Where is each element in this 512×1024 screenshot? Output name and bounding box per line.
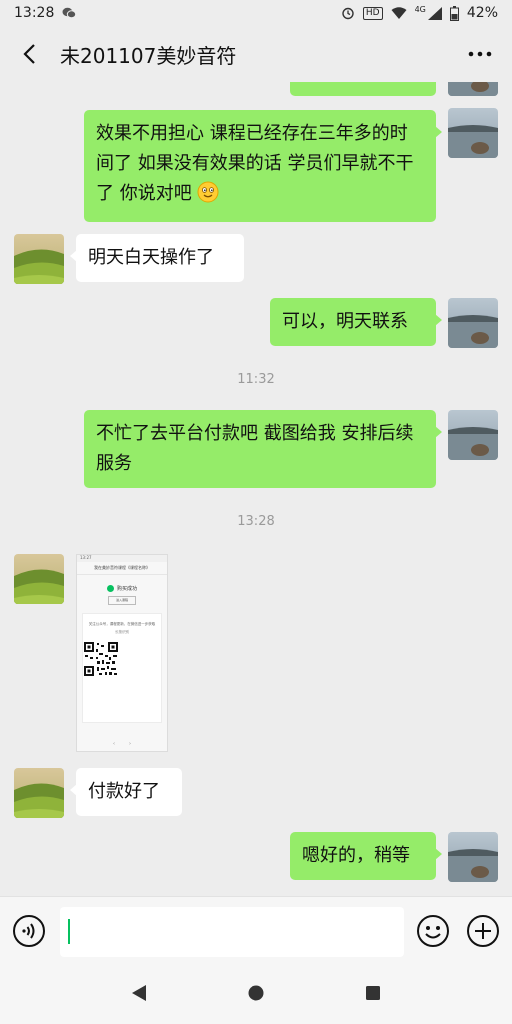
image-note: 关注公众号，课程更新，在微信进一步获取 [88,622,156,626]
contact-avatar-image [14,768,64,818]
avatar[interactable] [14,234,64,284]
battery-percent: 42% [466,5,498,21]
image-status-time: 13:27 [77,555,167,562]
nav-home-button[interactable] [247,984,265,1006]
wechat-notification-icon [62,7,77,19]
image-success: 购买成功 [77,585,167,592]
network-type: 4G [414,4,426,14]
nav-back-button[interactable] [130,984,148,1006]
self-avatar-image [448,82,498,96]
hd-icon: HD [362,6,383,20]
voice-icon [13,915,45,947]
image-nav: ‹ › [113,741,131,747]
message-bubble-incoming[interactable]: 明天白天操作了 [70,234,244,282]
chat-title: 未201107美妙音符 [60,43,237,68]
timestamp: 13:28 [237,514,275,529]
image-card: 关注公众号，课程更新，在微信进一步获取 长按识别 [82,613,162,723]
status-bar: 13:28 HD 4G 42% [0,0,512,26]
status-time: 13:28 [14,5,55,21]
contact-avatar-image [14,234,64,284]
message-bubble-outgoing[interactable]: 效果不用担心 课程已经存在三年多的时间了 如果没有效果的话 学员们早就不干了 你… [84,110,442,222]
square-recents-icon [366,986,381,1000]
message-input[interactable] [60,907,404,957]
alarm-icon [342,7,354,20]
emoji-icon [417,915,449,947]
back-button[interactable] [16,41,42,67]
text-cursor [68,919,70,944]
contact-avatar-image [14,554,64,604]
self-avatar-image [448,832,498,882]
input-bar [0,896,512,966]
more-dots-icon [468,51,492,57]
avatar[interactable] [448,410,498,460]
wifi-icon [391,6,407,19]
timestamp: 11:32 [237,372,275,387]
voice-button[interactable] [12,914,46,948]
avatar[interactable] [448,108,498,158]
avatar[interactable] [14,768,64,818]
avatar[interactable] [448,832,498,882]
message-text: 嗯好的，稍等 [302,845,410,866]
self-avatar-image [448,410,498,460]
triangle-back-icon [131,985,146,1001]
message-bubble-incoming[interactable]: 付款好了 [70,768,182,816]
emoji-button[interactable] [416,914,450,948]
avatar[interactable] [448,298,498,348]
nav-recents-button[interactable] [364,984,382,1006]
avatar[interactable] [14,554,64,604]
circle-home-icon [248,985,264,1001]
message-text: 明天白天操作了 [88,247,214,268]
chat-header: 未201107美妙音符 [0,26,512,82]
chat-area[interactable]: 效果不用担心 课程已经存在三年多的时间了 如果没有效果的话 学员们早就不干了 你… [0,82,512,896]
battery-icon [449,5,459,21]
image-qr-caption: 长按识别 [115,630,129,634]
image-title: 我在美妙音符课程《课程名称》 [77,562,167,575]
message-text: 付款好了 [88,781,160,802]
plus-button[interactable] [466,914,500,948]
message-text: 效果不用担心 课程已经存在三年多的时间了 如果没有效果的话 学员们早就不干了 你… [96,123,414,204]
signal-icon [427,6,442,20]
self-avatar-image [448,298,498,348]
self-avatar-image [448,108,498,158]
image-message[interactable]: 13:27 我在美妙音符课程《课程名称》 购买成功 进入课程 关注公众号，课程更… [76,554,168,752]
more-button[interactable] [464,41,496,67]
message-bubble-outgoing[interactable]: 不忙了去平台付款吧 截图给我 安排后续服务 [84,410,442,488]
qr-code-icon [83,641,119,677]
message-text: 可以，明天联系 [282,311,408,332]
check-icon [106,585,114,592]
chevron-left-icon [23,44,35,64]
message-text: 不忙了去平台付款吧 截图给我 安排后续服务 [96,423,414,474]
message-bubble-partial[interactable] [290,82,436,96]
avatar[interactable] [448,82,498,96]
plus-circle-icon [467,915,499,947]
message-bubble-outgoing[interactable]: 可以，明天联系 [270,298,442,346]
image-button: 进入课程 [108,596,136,605]
system-nav-bar [0,966,512,1024]
smile-emoji-icon [197,181,219,213]
image-success-text: 购买成功 [116,586,137,592]
message-bubble-outgoing[interactable]: 嗯好的，稍等 [290,832,442,880]
